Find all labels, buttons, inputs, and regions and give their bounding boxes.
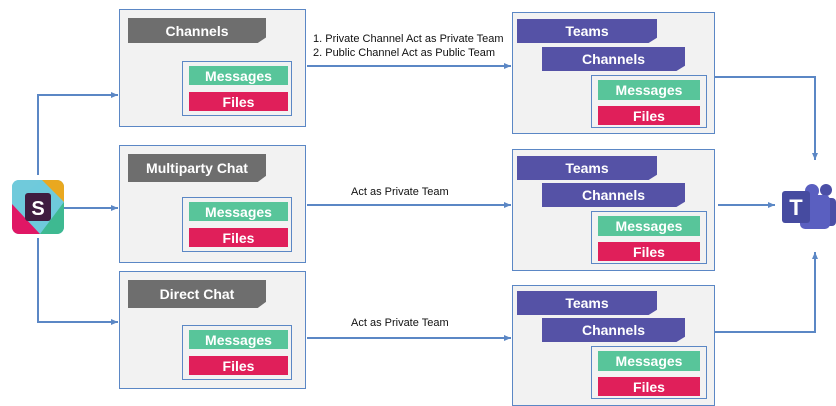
- slack-channels-content-box: Messages Files: [182, 61, 292, 116]
- slack-channels-header: Channels: [128, 18, 266, 43]
- files-tag: Files: [598, 106, 700, 125]
- target3-to-msteams-arrow: [715, 252, 818, 333]
- teams-content-box: Messages Files: [591, 211, 707, 264]
- microsoft-teams-logo-icon: T: [782, 183, 836, 229]
- files-tag: Files: [189, 356, 288, 375]
- slack-logo-letter: S: [31, 198, 44, 220]
- messages-tag: Messages: [598, 351, 700, 371]
- mapping-label-3: Act as Private Team: [351, 317, 449, 329]
- slack-multiparty-chat-panel: Multiparty Chat Messages Files: [119, 145, 306, 263]
- slack-to-direct-arrow: [37, 238, 118, 325]
- channels-header: Channels: [542, 183, 685, 207]
- teams-content-box: Messages Files: [591, 346, 707, 399]
- teams-header: Teams: [517, 19, 657, 43]
- target1-to-msteams-arrow: [715, 76, 818, 160]
- slack-direct-chat-panel: Direct Chat Messages Files: [119, 271, 306, 389]
- teams-content-box: Messages Files: [591, 75, 707, 128]
- slack-logo-icon: S: [12, 180, 64, 234]
- channels-header: Channels: [542, 318, 685, 342]
- files-tag: Files: [598, 242, 700, 261]
- slack-multiparty-content-box: Messages Files: [182, 197, 292, 252]
- teams-target-panel-3: Teams Channels Messages Files: [512, 285, 715, 406]
- messages-tag: Messages: [189, 66, 288, 85]
- teams-target-panel-1: Teams Channels Messages Files: [512, 12, 715, 134]
- slack-multiparty-chat-header: Multiparty Chat: [128, 154, 266, 182]
- files-tag: Files: [189, 92, 288, 111]
- teams-target-panel-2: Teams Channels Messages Files: [512, 149, 715, 271]
- mapping-label-2: Act as Private Team: [351, 186, 449, 198]
- channels-header: Channels: [542, 47, 685, 71]
- messages-tag: Messages: [598, 80, 700, 100]
- teams-logo-letter: T: [789, 195, 803, 220]
- files-tag: Files: [598, 377, 700, 396]
- slack-direct-chat-content-box: Messages Files: [182, 325, 292, 380]
- files-tag: Files: [189, 228, 288, 247]
- messages-tag: Messages: [598, 216, 700, 236]
- slack-to-channels-arrow: [37, 92, 118, 175]
- slack-direct-chat-header: Direct Chat: [128, 280, 266, 308]
- messages-tag: Messages: [189, 330, 288, 349]
- mapping-label-1-line2: 2. Public Channel Act as Public Team: [313, 47, 496, 59]
- mapping-label-1-line1: 1. Private Channel Act as Private Team: [313, 33, 504, 45]
- slack-channels-panel: Channels Messages Files: [119, 9, 306, 127]
- teams-header: Teams: [517, 291, 657, 315]
- messages-tag: Messages: [189, 202, 288, 221]
- teams-header: Teams: [517, 156, 657, 180]
